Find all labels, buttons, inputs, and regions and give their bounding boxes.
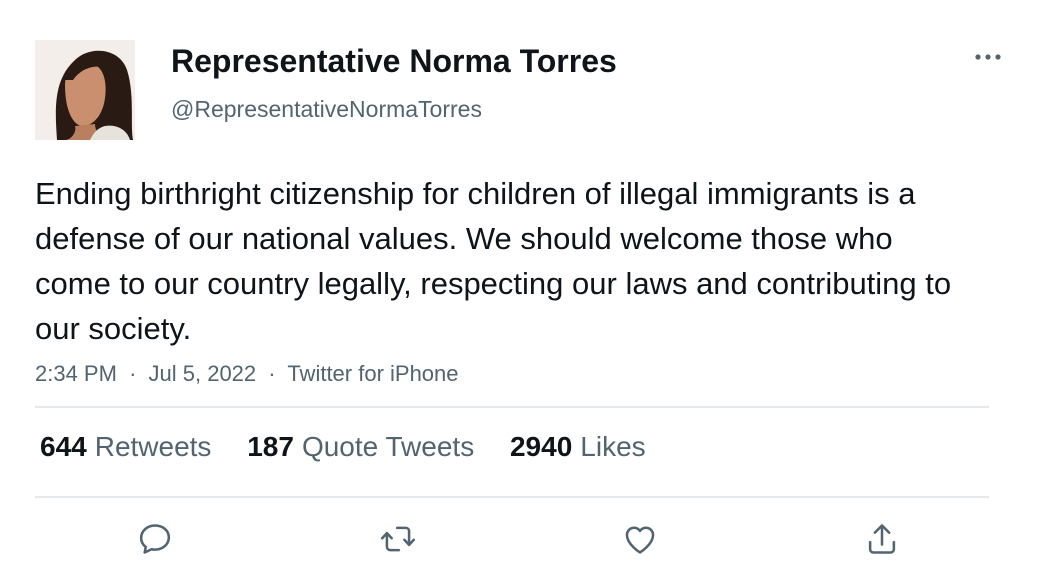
more-dots-icon[interactable]: [970, 46, 1006, 68]
retweets-label: Retweets: [94, 431, 212, 462]
divider: [35, 406, 989, 408]
meta-separator: ·: [129, 361, 137, 386]
engagement-stats: 644 Retweets 187 Quote Tweets 2940 Likes: [40, 431, 674, 463]
profile-photo: [35, 40, 135, 140]
share-icon: [868, 524, 896, 554]
retweet-button[interactable]: [377, 518, 419, 560]
likes-stat[interactable]: 2940 Likes: [510, 431, 646, 463]
retweets-stat[interactable]: 644 Retweets: [40, 431, 211, 463]
user-handle[interactable]: @RepresentativeNormaTorres: [171, 96, 482, 123]
tweet-meta: 2:34 PM · Jul 5, 2022 · Twitter for iPho…: [35, 361, 459, 387]
reply-icon: [139, 524, 171, 554]
tweet-time[interactable]: 2:34 PM: [35, 361, 117, 386]
divider: [35, 496, 989, 498]
meta-separator: ·: [268, 361, 276, 386]
retweets-count: 644: [40, 431, 87, 462]
likes-count: 2940: [509, 431, 573, 462]
tweet-date[interactable]: Jul 5, 2022: [149, 361, 257, 386]
quote-tweets-stat[interactable]: 187 Quote Tweets: [247, 431, 474, 463]
share-button[interactable]: [861, 518, 903, 560]
heart-icon: [625, 526, 655, 554]
tweet-source[interactable]: Twitter for iPhone: [287, 361, 458, 386]
like-button[interactable]: [619, 518, 661, 560]
tweet-text: Ending birthright citizenship for childr…: [35, 176, 952, 346]
quote-tweets-label: Quote Tweets: [301, 431, 475, 462]
retweet-icon: [380, 526, 416, 552]
likes-label: Likes: [580, 431, 646, 462]
display-name[interactable]: Representative Norma Torres: [171, 43, 617, 80]
reply-button[interactable]: [134, 518, 176, 560]
avatar[interactable]: [35, 40, 135, 140]
quote-tweets-count: 187: [247, 431, 294, 462]
